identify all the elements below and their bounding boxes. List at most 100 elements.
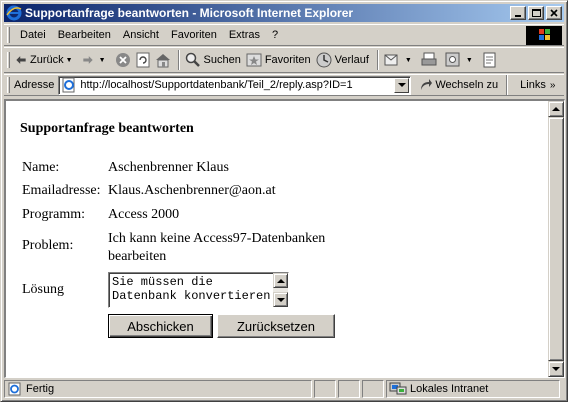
scroll-down-button[interactable] <box>548 361 564 377</box>
edit-button[interactable]: ▼ <box>444 51 477 69</box>
security-zone-panel[interactable]: Lokales Intranet <box>386 380 560 398</box>
address-label: Adresse <box>14 79 55 91</box>
page-icon <box>62 77 75 93</box>
status-panel-blank <box>362 380 384 398</box>
status-text-panel: Fertig <box>4 380 312 398</box>
email-value: Klaus.Aschenbrenner@aon.at <box>108 183 276 198</box>
mail-dropdown-icon[interactable]: ▼ <box>405 57 412 64</box>
links-button[interactable]: Links <box>520 79 546 91</box>
favorites-label: Favoriten <box>264 54 311 66</box>
scroll-up-button[interactable] <box>548 101 564 117</box>
address-grip[interactable] <box>7 77 10 93</box>
status-bar: Fertig Lokales Intranet <box>4 380 564 399</box>
solution-label: Lösung <box>22 282 64 297</box>
maximize-icon <box>532 9 541 17</box>
close-button[interactable] <box>546 6 562 20</box>
status-panel-blank <box>338 380 360 398</box>
ie-logo-icon <box>6 5 22 21</box>
content-viewport: Supportanfrage beantworten Name: Aschenb… <box>4 99 565 378</box>
menu-help[interactable]: ? <box>266 29 284 41</box>
minimize-button[interactable] <box>510 6 526 20</box>
mail-button[interactable]: ▼ <box>383 51 416 69</box>
reset-button[interactable]: Zurücksetzen <box>217 314 335 338</box>
favorites-button[interactable]: Favoriten <box>245 51 311 69</box>
toolbar-grip[interactable] <box>7 52 10 68</box>
address-bar: Adresse http://localhost/Supportdatenban… <box>4 74 564 96</box>
print-icon[interactable] <box>420 51 438 69</box>
toolbar-separator <box>376 50 379 70</box>
minimize-icon <box>515 15 521 17</box>
scroll-down-icon <box>552 367 560 371</box>
window-controls <box>508 6 562 20</box>
history-label: Verlauf <box>334 54 369 66</box>
windows-logo <box>526 26 562 45</box>
mail-icon <box>384 54 398 66</box>
home-icon[interactable] <box>154 51 172 69</box>
program-label: Programm: <box>22 207 85 222</box>
search-label: Suchen <box>203 54 241 66</box>
forward-button[interactable]: ▼ <box>81 51 110 69</box>
edit-icon <box>445 52 460 67</box>
textarea-scroll-up-button[interactable] <box>273 273 288 288</box>
forward-arrow-icon <box>82 56 93 64</box>
standard-toolbar: Zurück ▼ ▼ Suchen Favoriten Verlauf ▼ ▼ <box>4 47 564 73</box>
title-bar[interactable]: Supportanfrage beantworten - Microsoft I… <box>4 4 564 22</box>
chevron-down-icon <box>397 83 406 87</box>
toolbar-separator <box>506 75 509 95</box>
textarea-scroll-down-button[interactable] <box>273 292 288 307</box>
submit-button[interactable]: Abschicken <box>108 314 213 338</box>
solution-text: Sie müssen die Datenbank konvertieren <box>112 275 271 303</box>
menu-favoriten[interactable]: Favoriten <box>165 29 223 41</box>
email-label: Emailadresse: <box>22 183 101 198</box>
back-label: Zurück <box>30 54 64 66</box>
zone-text: Lokales Intranet <box>410 383 489 395</box>
address-input[interactable]: http://localhost/Supportdatenbank/Teil_2… <box>58 75 412 95</box>
history-icon <box>316 52 332 68</box>
menu-ansicht[interactable]: Ansicht <box>117 29 165 41</box>
windows-flag-icon <box>539 29 550 40</box>
refresh-icon[interactable] <box>134 51 152 69</box>
solution-textarea[interactable]: Sie müssen die Datenbank konvertieren <box>108 272 289 308</box>
scroll-up-icon <box>552 107 560 111</box>
menu-bar: Datei Bearbeiten Ansicht Favoriten Extra… <box>4 24 564 46</box>
back-arrow-icon <box>16 56 26 64</box>
problem-label: Problem: <box>22 238 74 253</box>
history-button[interactable]: Verlauf <box>315 51 369 69</box>
search-icon <box>185 52 200 67</box>
maximize-button[interactable] <box>528 6 544 20</box>
window-title: Supportanfrage beantworten - Microsoft I… <box>25 6 354 20</box>
textarea-scrollbar[interactable] <box>273 273 288 307</box>
discuss-icon[interactable] <box>481 51 499 69</box>
name-label: Name: <box>22 160 60 175</box>
back-dropdown-icon[interactable]: ▼ <box>66 57 73 64</box>
menu-grip[interactable] <box>7 27 10 43</box>
search-button[interactable]: Suchen <box>184 51 241 69</box>
go-arrow-icon <box>421 79 433 90</box>
go-button[interactable]: Wechseln zu <box>419 78 498 92</box>
scroll-up-icon <box>276 278 285 283</box>
menu-extras[interactable]: Extras <box>223 29 266 41</box>
go-label: Wechseln zu <box>435 79 499 91</box>
address-url: http://localhost/Supportdatenbank/Teil_2… <box>80 79 353 91</box>
menu-datei[interactable]: Datei <box>14 29 52 41</box>
done-page-icon <box>8 382 21 396</box>
stop-icon[interactable] <box>114 51 132 69</box>
menu-bearbeiten[interactable]: Bearbeiten <box>52 29 117 41</box>
edit-dropdown-icon[interactable]: ▼ <box>466 57 473 64</box>
scroll-down-icon <box>276 297 285 302</box>
browser-window: Supportanfrage beantworten - Microsoft I… <box>0 0 568 402</box>
intranet-icon <box>389 382 407 395</box>
favorites-icon <box>246 53 262 67</box>
page-scrollbar[interactable] <box>548 101 564 377</box>
forward-dropdown-icon[interactable]: ▼ <box>99 57 106 64</box>
links-more-icon[interactable]: » <box>550 80 556 91</box>
back-button[interactable]: Zurück ▼ <box>14 51 77 69</box>
address-dropdown-button[interactable] <box>394 77 410 93</box>
scroll-thumb[interactable] <box>548 117 564 361</box>
status-panel-blank <box>314 380 336 398</box>
problem-value: Ich kann keine Access97-Datenbanken bear… <box>108 231 326 264</box>
status-text: Fertig <box>26 383 55 395</box>
page-title: Supportanfrage beantworten <box>20 121 194 136</box>
program-value: Access 2000 <box>108 207 180 222</box>
close-icon <box>550 9 558 17</box>
